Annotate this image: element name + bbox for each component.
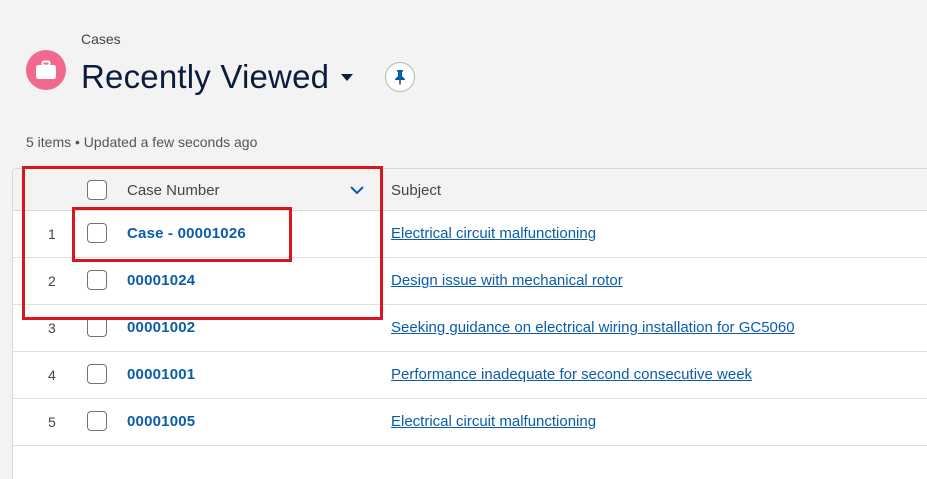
table-row: 5 00001005 Electrical circuit malfunctio… (13, 399, 927, 446)
table-row: 2 00001024 Design issue with mechanical … (13, 258, 927, 305)
table-row: 4 00001001 Performance inadequate for se… (13, 352, 927, 399)
list-meta-status: 5 items • Updated a few seconds ago (26, 134, 258, 150)
case-number-link[interactable]: 00001024 (127, 272, 195, 289)
row-number: 5 (48, 414, 56, 430)
object-label: Cases (81, 31, 121, 47)
column-divider (380, 169, 381, 211)
case-number-link[interactable]: Case - 00001026 (127, 225, 246, 242)
cases-table: Case Number Subject 1 Case - 00001026 El… (12, 168, 927, 479)
row-number: 1 (48, 226, 56, 242)
pin-list-view-button[interactable] (385, 62, 415, 92)
column-header-subject[interactable]: Subject (391, 182, 441, 199)
page-title: Recently Viewed (81, 58, 330, 95)
subject-link[interactable]: Electrical circuit malfunctioning (391, 413, 596, 430)
row-checkbox[interactable] (87, 270, 107, 290)
row-checkbox[interactable] (87, 364, 107, 384)
row-number: 4 (48, 367, 56, 383)
table-row: 1 Case - 00001026 Electrical circuit mal… (13, 211, 927, 258)
case-number-link[interactable]: 00001002 (127, 319, 195, 336)
table-header: Case Number Subject (13, 169, 927, 211)
select-all-checkbox[interactable] (87, 180, 107, 200)
subject-link[interactable]: Seeking guidance on electrical wiring in… (391, 319, 795, 336)
list-view-selector[interactable]: Recently Viewed (81, 58, 354, 96)
pin-icon (395, 70, 405, 85)
subject-link[interactable]: Performance inadequate for second consec… (391, 366, 752, 383)
row-checkbox[interactable] (87, 317, 107, 337)
subject-link[interactable]: Electrical circuit malfunctioning (391, 225, 596, 242)
briefcase-icon (26, 50, 66, 90)
subject-link[interactable]: Design issue with mechanical rotor (391, 272, 623, 289)
column-header-case-number[interactable]: Case Number (127, 182, 220, 199)
chevron-down-icon[interactable] (349, 183, 365, 201)
table-row: 3 00001002 Seeking guidance on electrica… (13, 305, 927, 352)
row-number: 2 (48, 273, 56, 289)
row-checkbox[interactable] (87, 411, 107, 431)
case-number-link[interactable]: 00001005 (127, 413, 195, 430)
row-number: 3 (48, 320, 56, 336)
case-number-link[interactable]: 00001001 (127, 366, 195, 383)
list-view-header: Cases Recently Viewed 5 items • Updated … (0, 0, 927, 168)
row-checkbox[interactable] (87, 223, 107, 243)
caret-down-icon (341, 73, 354, 81)
